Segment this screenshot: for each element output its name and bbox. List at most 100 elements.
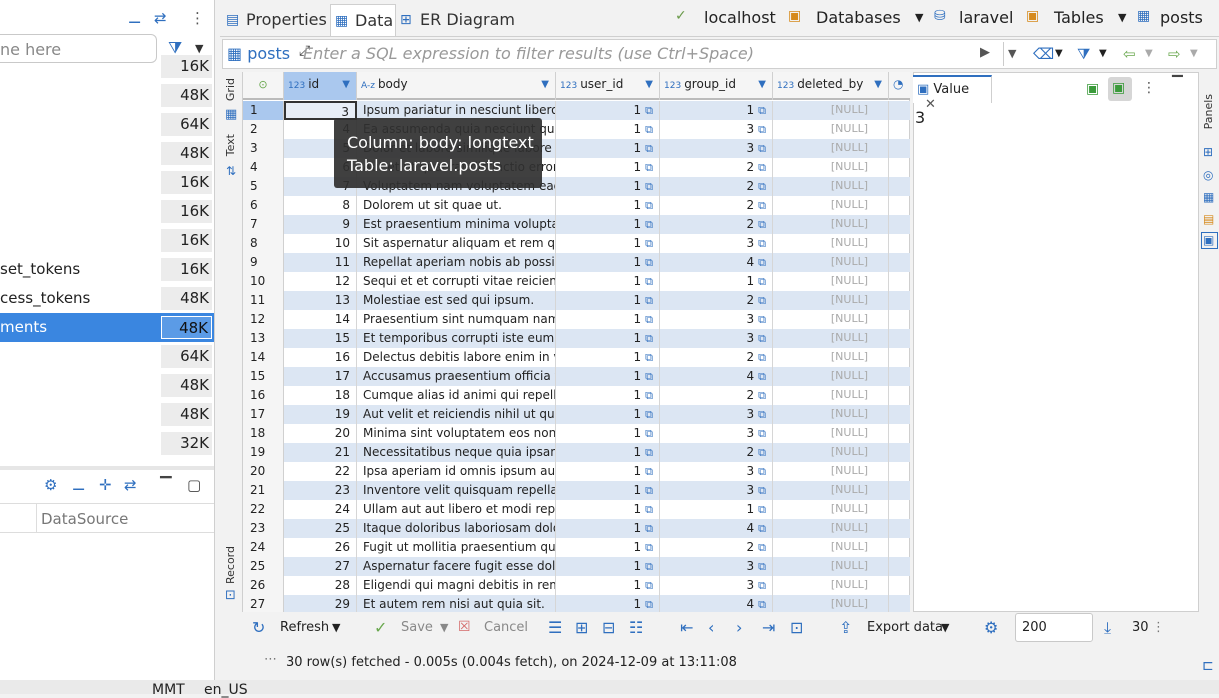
- value-content[interactable]: 3: [915, 108, 925, 127]
- row-number[interactable]: 16: [243, 386, 284, 405]
- cell-user-id[interactable]: 1 ⧉: [556, 291, 660, 310]
- fetch-size-icon[interactable]: ⤓: [1104, 618, 1111, 638]
- result-limit-input[interactable]: 200: [1015, 613, 1093, 642]
- table-row[interactable]: 1416Delectus debitis labore enim in veli…: [243, 348, 910, 367]
- external-link-icon[interactable]: ⧉: [758, 446, 766, 459]
- row-number[interactable]: 20: [243, 462, 284, 481]
- cell-body[interactable]: Minima sint voluptatem eos non.: [357, 424, 556, 443]
- table-list-item[interactable]: 48K: [0, 371, 214, 400]
- external-link-icon[interactable]: ⧉: [645, 560, 653, 573]
- table-row[interactable]: 6 8 Dolorem ut sit quae ut. 1 ⧉ 2 ⧉ [NULL]: [243, 196, 910, 215]
- back-icon[interactable]: ⇦: [1123, 45, 1136, 63]
- cell-id[interactable]: 18: [284, 386, 357, 405]
- cell-group-id[interactable]: 3 ⧉: [660, 424, 773, 443]
- cell-deleted-by[interactable]: [NULL]: [773, 557, 889, 576]
- close-icon[interactable]: ✕: [925, 97, 936, 112]
- cell-user-id[interactable]: 1 ⧉: [556, 272, 660, 291]
- table-list-item[interactable]: 48K: [0, 139, 214, 168]
- filter-history-dropdown[interactable]: ▼: [1003, 42, 1023, 66]
- external-link-icon[interactable]: ⧉: [758, 180, 766, 193]
- cell-deleted-by[interactable]: [NULL]: [773, 367, 889, 386]
- save-button[interactable]: Save: [401, 620, 433, 635]
- row-number[interactable]: 5: [243, 177, 284, 196]
- cell-body[interactable]: Est praesentium minima voluptates: [357, 215, 556, 234]
- external-link-icon[interactable]: ⧉: [645, 161, 653, 174]
- table-row[interactable]: 11 13 Molestiae est sed qui ipsum. 1 ⧉ 2 ⧉ [NUL…: [243, 291, 910, 310]
- chevron-down-icon[interactable]: ▼: [915, 11, 923, 24]
- row-number[interactable]: 23: [243, 519, 284, 538]
- cell-deleted-by[interactable]: [NULL]: [773, 215, 889, 234]
- sort-icon[interactable]: ▼: [758, 79, 766, 90]
- row-number[interactable]: 7: [243, 215, 284, 234]
- external-link-icon[interactable]: ⧉: [758, 256, 766, 269]
- row-number[interactable]: 14: [243, 348, 284, 367]
- cell-group-id[interactable]: 3 ⧉: [660, 329, 773, 348]
- table-list-item[interactable]: ments 48K: [0, 313, 214, 342]
- cell-deleted-by[interactable]: [NULL]: [773, 462, 889, 481]
- column-header-id[interactable]: 123 id ▼: [284, 72, 357, 100]
- table-row[interactable]: 12 14 Praesentium sint numquam nam. 1 ⧉ 3 ⧉ [NU…: [243, 310, 910, 329]
- table-row[interactable]: 911Repellat aperiam nobis ab possimus1⧉4…: [243, 253, 910, 272]
- row-number-header[interactable]: ⊙: [243, 72, 284, 100]
- cell-deleted-by[interactable]: [NULL]: [773, 177, 889, 196]
- row-number[interactable]: 18: [243, 424, 284, 443]
- cell-user-id[interactable]: 1 ⧉: [556, 120, 660, 139]
- breadcrumb-databases[interactable]: Databases: [816, 8, 901, 27]
- cell-group-id[interactable]: 3 ⧉: [660, 234, 773, 253]
- external-link-icon[interactable]: ⧉: [645, 522, 653, 535]
- delete-row-icon[interactable]: ☷: [629, 618, 643, 637]
- cell-user-id[interactable]: 1 ⧉: [556, 386, 660, 405]
- external-link-icon[interactable]: ⧉: [758, 484, 766, 497]
- row-number[interactable]: 4: [243, 158, 284, 177]
- cell-deleted-by[interactable]: [NULL]: [773, 405, 889, 424]
- table-row[interactable]: 23 25 Itaque doloribus laboriosam dolor v1…: [243, 519, 910, 538]
- external-link-icon[interactable]: ⧉: [645, 389, 653, 402]
- panel-icon[interactable]: ⊞: [1203, 145, 1213, 159]
- row-number[interactable]: 9: [243, 253, 284, 272]
- cell-group-id[interactable]: 3 ⧉: [660, 120, 773, 139]
- cell-body[interactable]: Molestiae est sed qui ipsum.: [357, 291, 556, 310]
- table-list-item[interactable]: 48K: [0, 400, 214, 429]
- cell-id[interactable]: 21: [284, 443, 357, 462]
- external-link-icon[interactable]: ⧉: [645, 579, 653, 592]
- table-row[interactable]: 17 19 Aut velit et reiciendis nihil ut qui…: [243, 405, 910, 424]
- cell-id[interactable]: 9: [284, 215, 357, 234]
- external-link-icon[interactable]: ⧉: [645, 332, 653, 345]
- cell-group-id[interactable]: 3 ⧉: [660, 405, 773, 424]
- table-list-item[interactable]: 64K: [0, 342, 214, 371]
- cell-id[interactable]: 24: [284, 500, 357, 519]
- datasource-column-header[interactable]: DataSource: [36, 504, 128, 533]
- external-link-icon[interactable]: ⧉: [758, 503, 766, 516]
- cell-body[interactable]: Delectus debitis labore enim in velit: [357, 348, 556, 367]
- external-link-icon[interactable]: ⧉: [645, 503, 653, 516]
- cell-user-id[interactable]: 1 ⧉: [556, 177, 660, 196]
- refs-icon[interactable]: ◎: [1203, 168, 1213, 182]
- chevron-down-icon[interactable]: ▼: [1099, 48, 1107, 59]
- external-link-icon[interactable]: ⧉: [758, 218, 766, 231]
- cell-id[interactable]: 19: [284, 405, 357, 424]
- column-header-more[interactable]: ◔: [889, 72, 910, 100]
- external-link-icon[interactable]: ⧉: [758, 332, 766, 345]
- row-number[interactable]: 11: [243, 291, 284, 310]
- cell-group-id[interactable]: 3 ⧉: [660, 481, 773, 500]
- external-link-icon[interactable]: ⧉: [645, 275, 653, 288]
- cell-user-id[interactable]: 1 ⧉: [556, 215, 660, 234]
- external-link-icon[interactable]: ⧉: [758, 161, 766, 174]
- cell-deleted-by[interactable]: [NULL]: [773, 120, 889, 139]
- cell-id[interactable]: 20: [284, 424, 357, 443]
- row-number[interactable]: 19: [243, 443, 284, 462]
- table-list-item[interactable]: 16K: [0, 52, 214, 81]
- cell-group-id[interactable]: 1 ⧉: [660, 101, 773, 120]
- table-row[interactable]: 18 20 Minima sint voluptatem eos non. 1 ⧉ 3 ⧉[…: [243, 424, 910, 443]
- external-link-icon[interactable]: ⧉: [645, 370, 653, 383]
- cell-group-id[interactable]: 3 ⧉: [660, 310, 773, 329]
- cell-body[interactable]: Et temporibus corrupti iste eum et c: [357, 329, 556, 348]
- apply-filter-icon[interactable]: ▶: [980, 45, 990, 60]
- external-link-icon[interactable]: ⧉: [758, 579, 766, 592]
- table-row[interactable]: 1315Et temporibus corrupti iste eum et c…: [243, 329, 910, 348]
- cell-body[interactable]: Dolorem ut sit quae ut.: [357, 196, 556, 215]
- table-row[interactable]: 2123Inventore velit quisquam repellat po…: [243, 481, 910, 500]
- metadata-icon[interactable]: ▤: [1203, 212, 1214, 226]
- cell-body[interactable]: Repellat aperiam nobis ab possimus: [357, 253, 556, 272]
- sort-icon[interactable]: ▼: [874, 79, 882, 90]
